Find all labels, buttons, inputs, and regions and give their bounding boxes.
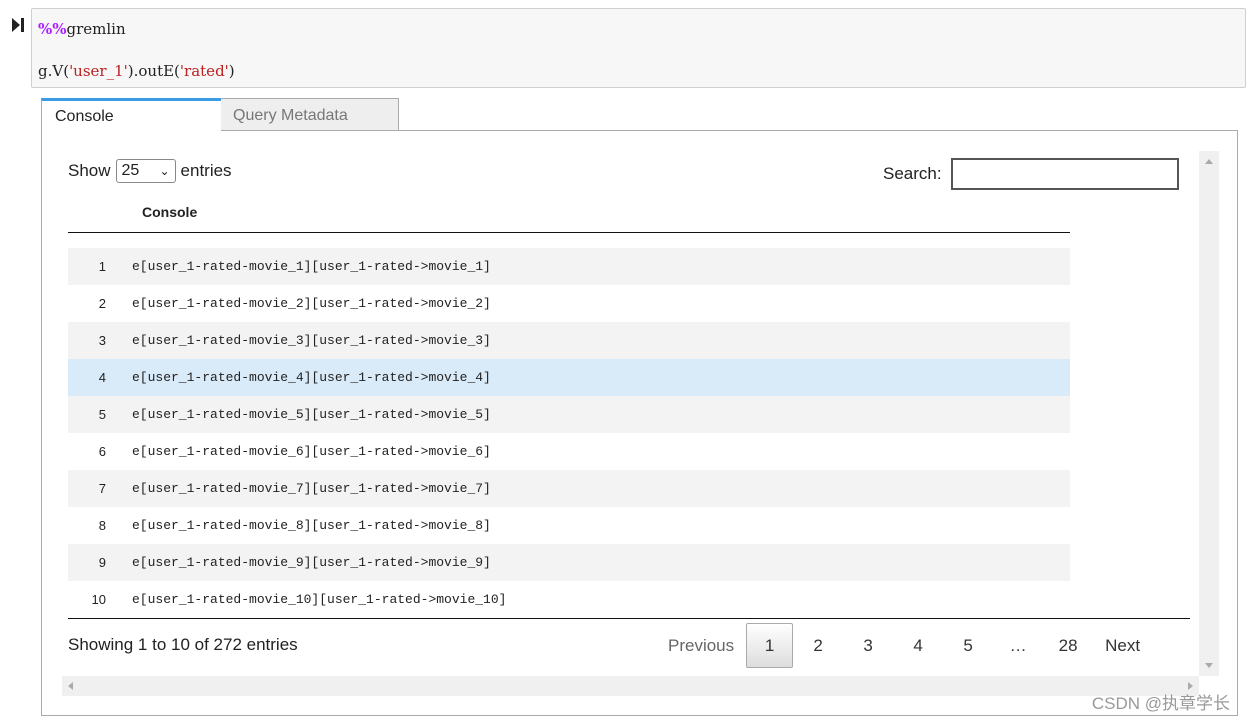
table-footer-divider: [68, 618, 1190, 619]
table-info: Showing 1 to 10 of 272 entries: [68, 635, 298, 654]
table-row[interactable]: 9 e[user_1-rated-movie_9][user_1-rated->m…: [68, 544, 1070, 581]
column-header-console[interactable]: Console: [68, 201, 1070, 233]
page-button-1[interactable]: 1: [746, 623, 794, 668]
row-index: 10: [91, 592, 106, 607]
page-ellipsis[interactable]: …: [993, 623, 1043, 668]
next-button[interactable]: Next: [1093, 623, 1152, 668]
row-value: e[user_1-rated-movie_4][user_1-rated->mo…: [132, 370, 491, 385]
page-button-3[interactable]: 3: [843, 623, 893, 668]
table-row[interactable]: 7 e[user_1-rated-movie_7][user_1-rated->m…: [68, 470, 1070, 507]
page-button-5[interactable]: 5: [943, 623, 993, 668]
page-button-2[interactable]: 2: [793, 623, 843, 668]
row-index: 9: [98, 555, 106, 570]
row-value: e[user_1-rated-movie_8][user_1-rated->mo…: [132, 518, 491, 533]
table-row[interactable]: 10 e[user_1-rated-movie_10][user_1-rated-…: [68, 581, 1070, 618]
row-index: 5: [98, 407, 106, 422]
row-value: e[user_1-rated-movie_2][user_1-rated->mo…: [132, 296, 491, 311]
table-row[interactable]: 2 e[user_1-rated-movie_2][user_1-rated->m…: [68, 285, 1070, 322]
page-button-4[interactable]: 4: [893, 623, 943, 668]
row-index: 7: [98, 481, 106, 496]
code-line-2: g.V('user_1').outE('rated'): [38, 62, 235, 80]
row-index: 1: [98, 259, 106, 274]
row-index: 4: [98, 370, 106, 385]
row-value: e[user_1-rated-movie_5][user_1-rated->mo…: [132, 407, 491, 422]
chevron-down-icon: ⌄: [159, 164, 170, 178]
scroll-up-icon[interactable]: [1205, 159, 1213, 164]
entries-length: Show 25 ⌄ entries: [68, 159, 232, 183]
tab-query-metadata[interactable]: Query Metadata: [220, 98, 399, 131]
code-cell-input[interactable]: %%gremlin g.V('user_1').outE('rated'): [31, 8, 1246, 88]
row-value: e[user_1-rated-movie_3][user_1-rated->mo…: [132, 333, 491, 348]
table-row[interactable]: 8 e[user_1-rated-movie_8][user_1-rated->m…: [68, 507, 1070, 544]
table-row[interactable]: 6 e[user_1-rated-movie_6][user_1-rated->m…: [68, 433, 1070, 470]
pagination: Previous 1 2 3 4 5… 28 Next: [656, 623, 1152, 668]
entries-select[interactable]: 25 ⌄: [115, 159, 176, 183]
row-value: e[user_1-rated-movie_7][user_1-rated->mo…: [132, 481, 491, 496]
run-cell-icon[interactable]: [12, 18, 24, 32]
vertical-scrollbar[interactable]: [1199, 151, 1219, 676]
row-value: e[user_1-rated-movie_1][user_1-rated->mo…: [132, 259, 491, 274]
previous-button[interactable]: Previous: [656, 623, 746, 668]
table-row[interactable]: 1 e[user_1-rated-movie_1][user_1-rated->m…: [68, 248, 1070, 285]
row-value: e[user_1-rated-movie_10][user_1-rated->m…: [132, 592, 507, 607]
watermark: CSDN @执章学长: [1091, 694, 1230, 713]
table-scroll-area: Show 25 ⌄ entries Search: Console 1 e[user…: [62, 151, 1219, 696]
table-body: 1 e[user_1-rated-movie_1][user_1-rated->m…: [68, 248, 1070, 618]
table-row[interactable]: 5 e[user_1-rated-movie_5][user_1-rated->m…: [68, 396, 1070, 433]
row-index: 8: [98, 518, 106, 533]
table-row[interactable]: 4 e[user_1-rated-movie_4][user_1-rated->m…: [68, 359, 1070, 396]
row-index: 3: [98, 333, 106, 348]
code-line-1: %%gremlin: [38, 20, 126, 38]
row-value: e[user_1-rated-movie_6][user_1-rated->mo…: [132, 444, 491, 459]
table-row[interactable]: 3 e[user_1-rated-movie_3][user_1-rated->m…: [68, 322, 1070, 359]
search-input[interactable]: [950, 158, 1179, 190]
scroll-left-icon[interactable]: [68, 682, 73, 690]
row-index: 2: [98, 296, 106, 311]
tab-console[interactable]: Console: [41, 98, 221, 132]
console-panel: Show 25 ⌄ entries Search: Console 1 e[user…: [41, 130, 1238, 716]
page-button-28[interactable]: 28: [1043, 623, 1093, 668]
search-box: Search:: [883, 158, 1179, 190]
horizontal-scrollbar[interactable]: [62, 676, 1199, 696]
row-index: 6: [98, 444, 106, 459]
scroll-down-icon[interactable]: [1205, 663, 1213, 668]
row-value: e[user_1-rated-movie_9][user_1-rated->mo…: [132, 555, 491, 570]
